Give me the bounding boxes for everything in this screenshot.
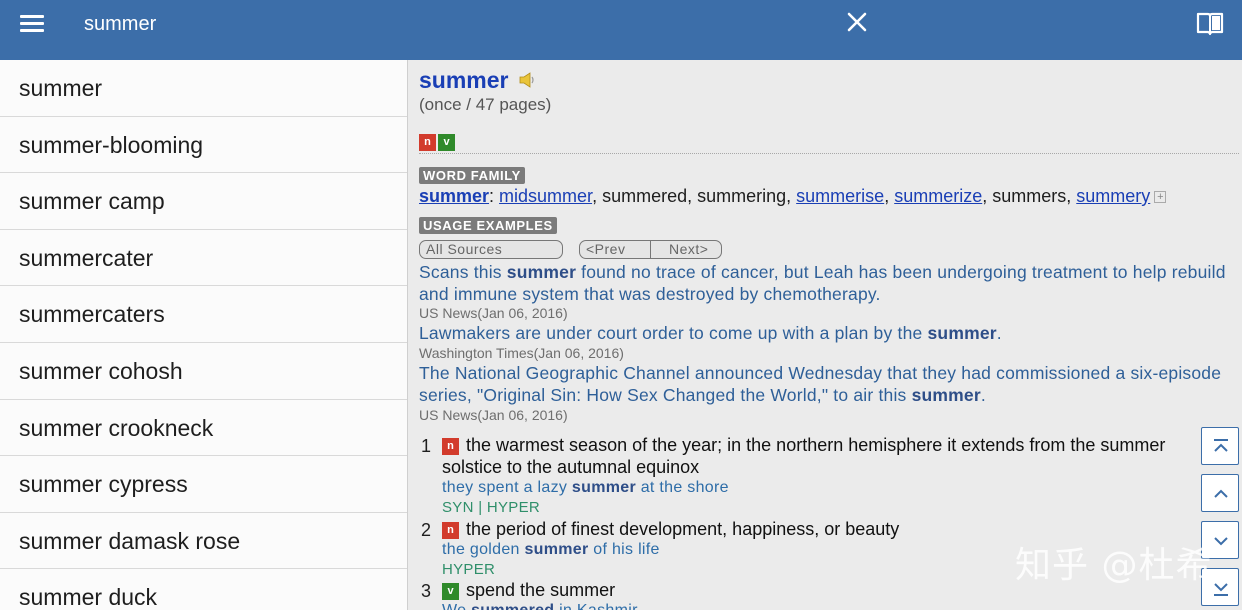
example-source: US News(Jan 06, 2016) bbox=[419, 407, 568, 423]
sense-number: 3 bbox=[421, 581, 432, 601]
search-input[interactable]: summer bbox=[84, 10, 784, 38]
list-item[interactable]: summer-blooming bbox=[0, 117, 407, 174]
pos-badge-noun: n bbox=[442, 521, 459, 539]
scroll-top-icon bbox=[1214, 439, 1228, 452]
nav-divider bbox=[650, 241, 651, 258]
pos-badge-verb: v bbox=[442, 582, 459, 600]
chevron-down-icon bbox=[1214, 537, 1228, 546]
example-source: US News(Jan 06, 2016) bbox=[419, 305, 568, 321]
entry-panel: summer (once / 47 pages) nv WORD FAMILY … bbox=[409, 60, 1242, 610]
word-family-link[interactable]: summerize bbox=[894, 186, 982, 206]
sense-gloss: n the warmest season of the year; in the… bbox=[442, 435, 1166, 477]
frequency-text: (once / 47 pages) bbox=[419, 95, 552, 114]
word-family-label: WORD FAMILY bbox=[419, 167, 525, 184]
word-family: summer: midsummer, summered, summering, … bbox=[419, 186, 1167, 207]
list-item[interactable]: summer duck bbox=[0, 569, 407, 610]
usage-example: Scans this summer found no trace of canc… bbox=[419, 262, 1226, 304]
list-item[interactable]: summer bbox=[0, 60, 407, 117]
close-icon[interactable] bbox=[845, 10, 869, 34]
next-button[interactable]: Next> bbox=[669, 241, 708, 258]
pos-badge-verb[interactable]: v bbox=[438, 134, 455, 152]
list-item[interactable]: summer cohosh bbox=[0, 343, 407, 400]
usage-examples-label: USAGE EXAMPLES bbox=[419, 217, 557, 234]
list-item[interactable]: summer damask rose bbox=[0, 513, 407, 570]
list-item[interactable]: summer camp bbox=[0, 173, 407, 230]
chevron-up-icon bbox=[1214, 489, 1228, 498]
sense-number: 1 bbox=[421, 436, 432, 456]
list-item[interactable]: summercaters bbox=[0, 286, 407, 343]
pos-badge-noun: n bbox=[442, 437, 459, 455]
speaker-icon[interactable] bbox=[519, 72, 537, 88]
list-item[interactable]: summer cypress bbox=[0, 456, 407, 513]
word-family-item: summering bbox=[697, 186, 787, 206]
list-item[interactable]: summer crookneck bbox=[0, 400, 407, 457]
pos-badge-noun[interactable]: n bbox=[419, 134, 436, 152]
scroll-top-button[interactable] bbox=[1201, 427, 1239, 465]
menu-icon[interactable] bbox=[20, 13, 46, 33]
app-toolbar: summer bbox=[0, 0, 1242, 60]
list-item[interactable]: summercater bbox=[0, 230, 407, 287]
sense-example: they spent a lazy summer at the shore bbox=[442, 479, 729, 496]
word-family-link[interactable]: summery bbox=[1076, 186, 1150, 206]
word-family-link[interactable]: midsummer bbox=[499, 186, 592, 206]
word-family-link[interactable]: summerise bbox=[796, 186, 884, 206]
watermark: 知乎 @杜希 bbox=[1015, 545, 1213, 586]
word-family-item: summers bbox=[992, 186, 1067, 206]
sense-relations[interactable]: SYN | HYPER bbox=[442, 498, 1212, 518]
sense-number: 2 bbox=[421, 520, 432, 540]
divider bbox=[419, 153, 1239, 154]
word-family-head[interactable]: summer bbox=[419, 186, 489, 206]
source-select[interactable]: All Sources bbox=[419, 240, 563, 259]
usage-example: The National Geographic Channel announce… bbox=[419, 363, 1222, 405]
sense-example: We summered in Kashmir bbox=[442, 601, 1212, 610]
scroll-up-button[interactable] bbox=[1201, 474, 1239, 512]
example-source: Washington Times(Jan 06, 2016) bbox=[419, 345, 624, 361]
book-icon[interactable] bbox=[1196, 10, 1224, 36]
example-nav: <Prev Next> bbox=[579, 240, 722, 259]
expand-plus-icon[interactable]: + bbox=[1154, 191, 1167, 204]
prev-button[interactable]: <Prev bbox=[586, 241, 625, 258]
pos-badges: nv bbox=[419, 134, 457, 152]
headword: summer bbox=[419, 67, 509, 93]
scroll-bottom-icon bbox=[1214, 583, 1228, 596]
word-family-item: summered bbox=[602, 186, 688, 206]
word-list: summer summer-blooming summer camp summe… bbox=[0, 60, 408, 610]
usage-example: Lawmakers are under court order to come … bbox=[419, 323, 1002, 343]
